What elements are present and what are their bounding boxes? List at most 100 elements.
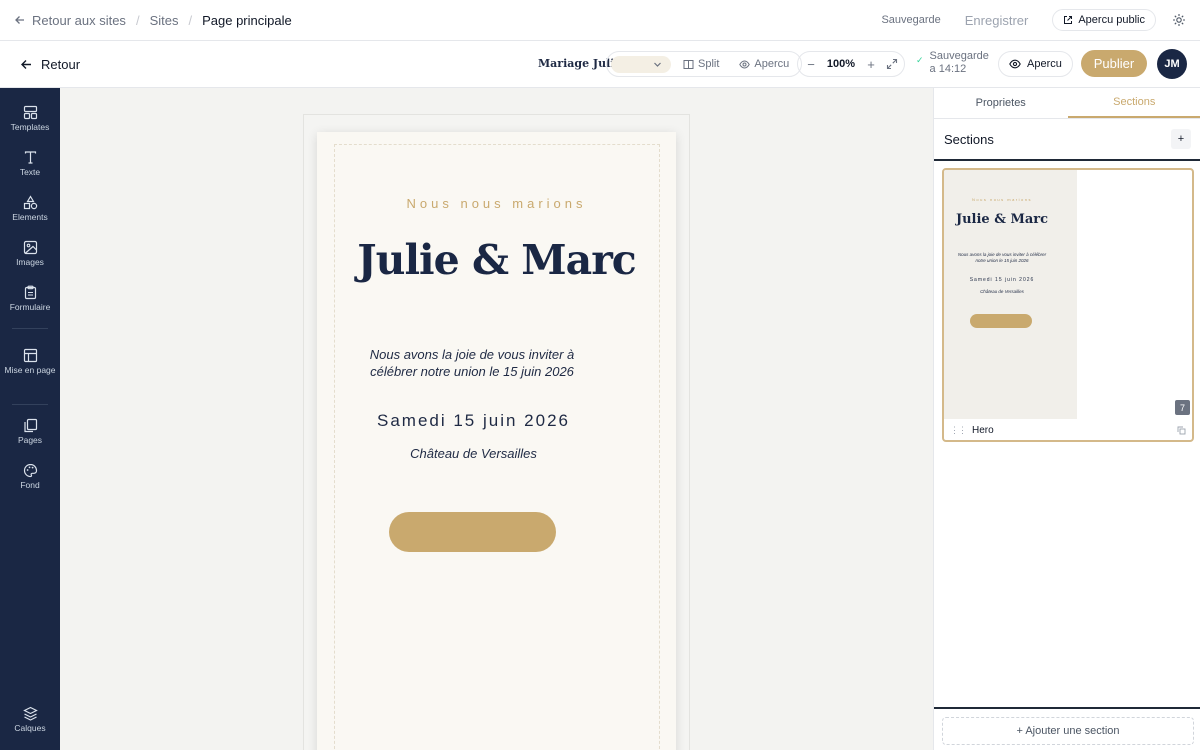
back-to-sites-label: Retour aux sites — [32, 12, 126, 28]
sidebar-item-mise-en-page[interactable]: Mise en page — [0, 348, 60, 375]
section-card-hero[interactable]: Nous nous marions Julie & Marc Nous avon… — [942, 168, 1194, 442]
sidebar-item-label: Formulaire — [9, 302, 51, 312]
external-link-icon — [1064, 16, 1073, 24]
section-name: Hero — [972, 424, 994, 436]
add-section-button[interactable]: + Ajouter une section — [942, 717, 1194, 745]
shapes-icon — [23, 195, 37, 210]
palette-icon — [23, 463, 37, 478]
zoom-control: − 100% + — [797, 51, 905, 77]
sidebar-item-elements[interactable]: Elements — [0, 195, 60, 222]
hero-date[interactable]: Samedi 15 juin 2026 — [317, 411, 630, 431]
preview-label: Apercu — [1027, 58, 1062, 70]
add-section-small-button[interactable]: + — [1171, 129, 1191, 149]
clipboard-icon — [24, 285, 36, 300]
mode-split[interactable]: Split — [675, 55, 727, 73]
back-button[interactable]: Retour — [20, 57, 80, 72]
duplicate-icon[interactable] — [1177, 426, 1186, 435]
sidebar-item-calques[interactable]: Calques — [0, 706, 60, 733]
sidebar-item-pages[interactable]: Pages — [0, 418, 60, 445]
arrow-left-icon — [15, 16, 24, 24]
thumbnail-date: Samedi 15 juin 2026 — [969, 277, 1035, 283]
saved-indicator: Sauvegarde — [881, 14, 941, 26]
text-icon — [24, 151, 36, 164]
eye-icon — [1009, 59, 1021, 69]
section-thumbnail: Nous nous marions Julie & Marc Nous avon… — [944, 170, 1077, 419]
save-status-time: a 14:12 — [929, 63, 967, 75]
save-status: ✓ Sauvegarde a 14:12 — [916, 50, 989, 76]
thumbnail-invite: Nous avons la joie de vous inviter à cél… — [957, 252, 1047, 263]
thumbnail-title: Julie & Marc — [955, 212, 1049, 227]
sidebar-item-label: Pages — [17, 435, 43, 445]
save-status-line1: Sauvegarde — [929, 50, 989, 62]
public-preview-button[interactable]: Apercu public — [1052, 9, 1156, 31]
mode-edition[interactable] — [611, 55, 671, 73]
sidebar-item-label: Texte — [19, 167, 41, 177]
zoom-in-button[interactable]: + — [864, 57, 878, 72]
sidebar-divider — [12, 328, 48, 329]
editor-canvas[interactable]: Nous nous marions Julie & Marc Nous avon… — [60, 88, 933, 750]
section-badge: 7 — [1175, 400, 1190, 415]
templates-icon — [23, 105, 37, 120]
fit-screen-icon[interactable] — [886, 58, 898, 70]
sidebar-item-images[interactable]: Images — [0, 240, 60, 267]
split-icon — [683, 59, 694, 69]
arrow-left-icon — [21, 59, 31, 69]
mode-apercu-label: Apercu — [754, 58, 790, 70]
zoom-out-button[interactable]: − — [804, 57, 818, 72]
hero-venue[interactable]: Château de Versailles — [317, 446, 630, 461]
back-label: Retour — [41, 56, 81, 72]
drag-handle-icon[interactable]: ⋮⋮ — [950, 425, 967, 436]
eye-icon — [739, 59, 751, 69]
sections-title: Sections — [944, 131, 994, 147]
breadcrumb-sites[interactable]: Sites — [150, 13, 179, 28]
zoom-level: 100% — [826, 58, 856, 70]
sidebar-item-fond[interactable]: Fond — [0, 463, 60, 490]
tab-proprietes[interactable]: Proprietes — [934, 88, 1068, 118]
panel-footer: + Ajouter une section — [934, 707, 1200, 750]
hero-invite-text[interactable]: Nous avons la joie de vous inviter à cél… — [347, 346, 597, 380]
sidebar-item-label: Images — [16, 257, 44, 267]
sidebar-item-label: Calques — [14, 723, 46, 733]
sidebar-item-label: Templates — [10, 122, 50, 132]
breadcrumb-separator: / — [188, 12, 193, 28]
sidebar-divider — [12, 404, 48, 405]
chevron-down-icon — [654, 62, 661, 67]
hero-kicker[interactable]: Nous nous marions — [317, 196, 676, 211]
section-card-footer: ⋮⋮ Hero — [944, 420, 1192, 440]
view-mode-switch: Split Apercu — [606, 51, 803, 77]
thumbnail-cta — [970, 314, 1032, 328]
breadcrumb-separator: / — [135, 12, 140, 28]
mode-split-label: Split — [698, 58, 720, 70]
top-bar: Retour aux sites / Sites / Page principa… — [0, 0, 1200, 41]
tab-sections[interactable]: Sections — [1067, 88, 1200, 118]
preview-button[interactable]: Apercu — [998, 51, 1073, 77]
editor-toolbar: Retour Mariage Julie & Marc Split Apercu… — [0, 41, 1200, 88]
sidebar-item-templates[interactable]: Templates — [0, 105, 60, 132]
gear-icon[interactable] — [1172, 13, 1186, 27]
back-to-sites-link[interactable]: Retour aux sites — [14, 13, 126, 28]
sidebar-item-label: Fond — [20, 480, 40, 490]
thumbnail-venue: Château de Versailles — [980, 289, 1024, 294]
sidebar-item-label: Mise en page — [4, 365, 56, 375]
thumbnail-kicker: Nous nous marions — [972, 197, 1032, 202]
breadcrumb-current-page: Page principale — [202, 12, 292, 28]
check-icon: ✓ — [916, 55, 924, 65]
hero-title[interactable]: Julie & Marc — [317, 236, 676, 284]
save-button[interactable]: Enregistrer — [965, 13, 1029, 28]
image-icon — [23, 240, 37, 255]
tool-sidebar: Templates Texte Elements Images Formulai… — [0, 88, 60, 750]
sidebar-item-texte[interactable]: Texte — [0, 150, 60, 177]
hero-section[interactable]: Nous nous marions Julie & Marc Nous avon… — [317, 132, 676, 750]
mode-apercu[interactable]: Apercu — [731, 55, 797, 73]
hero-cta-button[interactable] — [389, 512, 556, 552]
layers-icon — [22, 706, 38, 721]
public-preview-label: Apercu public — [1078, 14, 1145, 26]
publish-button[interactable]: Publier — [1081, 50, 1147, 77]
user-avatar[interactable]: JM — [1157, 49, 1187, 79]
layout-icon — [23, 348, 37, 363]
right-panel: Proprietes Sections Sections + Nous nous… — [933, 88, 1200, 750]
panel-tabs: Proprietes Sections — [934, 88, 1200, 119]
sidebar-item-label: Elements — [12, 212, 48, 222]
pages-icon — [23, 418, 37, 433]
sidebar-item-formulaire[interactable]: Formulaire — [0, 285, 60, 312]
